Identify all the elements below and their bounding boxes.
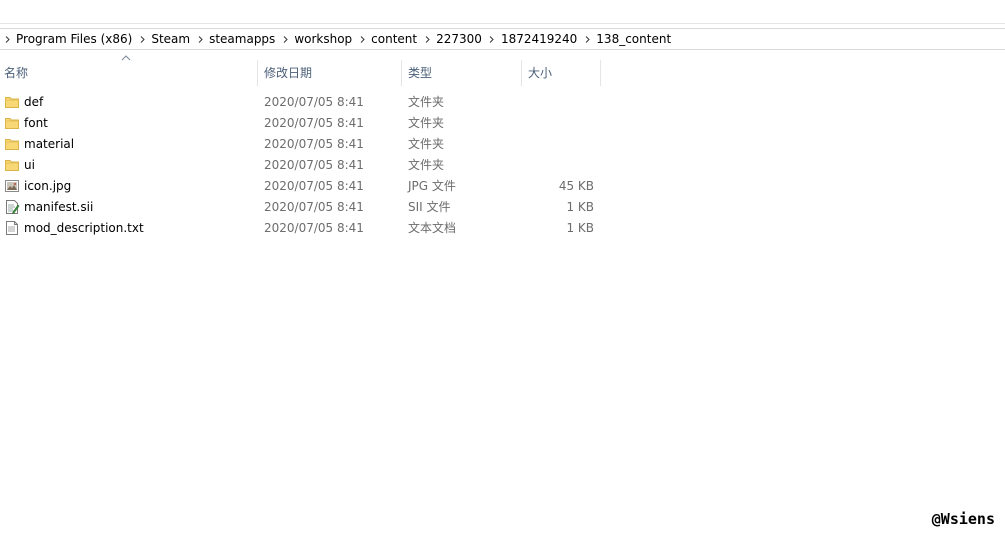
chevron-right-icon[interactable] bbox=[355, 29, 369, 49]
file-row[interactable]: material 2020/07/05 8:41 文件夹 bbox=[0, 134, 1005, 155]
file-name: mod_description.txt bbox=[24, 221, 144, 235]
chevron-right-icon[interactable] bbox=[278, 29, 292, 49]
file-date: 2020/07/05 8:41 bbox=[264, 179, 364, 193]
file-date: 2020/07/05 8:41 bbox=[264, 95, 364, 109]
breadcrumb-label[interactable]: Steam bbox=[149, 32, 193, 46]
folder-icon bbox=[4, 136, 20, 152]
ribbon-edge bbox=[0, 0, 1005, 24]
column-header-row: 名称 修改日期 类型 大小 bbox=[0, 60, 1005, 86]
breadcrumb-item[interactable]: content bbox=[355, 29, 420, 49]
sort-ascending-icon bbox=[121, 55, 131, 61]
column-divider[interactable] bbox=[257, 60, 258, 86]
column-divider[interactable] bbox=[401, 60, 402, 86]
breadcrumb-label[interactable]: 227300 bbox=[434, 32, 485, 46]
file-size: 45 KB bbox=[558, 179, 594, 193]
chevron-right-icon[interactable] bbox=[193, 29, 207, 49]
column-divider[interactable] bbox=[521, 60, 522, 86]
chevron-right-icon[interactable] bbox=[580, 29, 594, 49]
file-type: 文件夹 bbox=[408, 158, 445, 172]
file-name: ui bbox=[24, 158, 35, 172]
breadcrumb-label[interactable]: workshop bbox=[292, 32, 355, 46]
file-date: 2020/07/05 8:41 bbox=[264, 137, 364, 151]
breadcrumb-item[interactable]: workshop bbox=[278, 29, 355, 49]
file-row[interactable]: ui 2020/07/05 8:41 文件夹 bbox=[0, 155, 1005, 176]
chevron-right-icon[interactable] bbox=[0, 29, 14, 49]
file-name: def bbox=[24, 95, 44, 109]
file-row[interactable]: font 2020/07/05 8:41 文件夹 bbox=[0, 113, 1005, 134]
breadcrumb-label[interactable]: Program Files (x86) bbox=[14, 32, 135, 46]
breadcrumb-item[interactable]: 227300 bbox=[420, 29, 485, 49]
breadcrumb-label[interactable]: 138_content bbox=[594, 32, 674, 46]
breadcrumb-item[interactable]: 138_content bbox=[580, 29, 674, 49]
column-header-type[interactable]: 类型 bbox=[404, 60, 521, 86]
chevron-right-icon[interactable] bbox=[420, 29, 434, 49]
chevron-right-icon[interactable] bbox=[485, 29, 499, 49]
file-row[interactable]: icon.jpg 2020/07/05 8:41 JPG 文件 45 KB bbox=[0, 176, 1005, 197]
breadcrumb-item[interactable]: Program Files (x86) bbox=[0, 29, 135, 49]
breadcrumb-item[interactable]: 1872419240 bbox=[485, 29, 580, 49]
file-list: def 2020/07/05 8:41 文件夹 font 2020/07/05 8:41… bbox=[0, 92, 1005, 239]
column-header-date[interactable]: 修改日期 bbox=[260, 60, 401, 86]
column-header-name[interactable]: 名称 bbox=[0, 60, 257, 86]
file-type: JPG 文件 bbox=[408, 179, 456, 193]
column-header-size[interactable]: 大小 bbox=[524, 60, 600, 86]
file-name: icon.jpg bbox=[24, 179, 72, 193]
file-row[interactable]: mod_description.txt 2020/07/05 8:41 文本文档 1 … bbox=[0, 218, 1005, 239]
file-type: 文件夹 bbox=[408, 95, 445, 109]
chevron-right-icon[interactable] bbox=[135, 29, 149, 49]
file-row[interactable]: def 2020/07/05 8:41 文件夹 bbox=[0, 92, 1005, 113]
file-size: 1 KB bbox=[566, 221, 594, 235]
breadcrumb-label[interactable]: steamapps bbox=[207, 32, 278, 46]
file-type: 文件夹 bbox=[408, 116, 445, 130]
column-divider[interactable] bbox=[600, 60, 601, 86]
file-size: 1 KB bbox=[566, 200, 594, 214]
file-type: 文件夹 bbox=[408, 137, 445, 151]
watermark-text: @Wsiens bbox=[931, 510, 995, 528]
file-type: 文本文档 bbox=[408, 221, 457, 235]
file-name: manifest.sii bbox=[24, 200, 94, 214]
file-date: 2020/07/05 8:41 bbox=[264, 116, 364, 130]
address-bar[interactable]: Program Files (x86) Steam steamapps worksho… bbox=[0, 28, 1005, 50]
file-date: 2020/07/05 8:41 bbox=[264, 221, 364, 235]
file-name: material bbox=[24, 137, 75, 151]
breadcrumb-item[interactable]: steamapps bbox=[193, 29, 278, 49]
folder-icon bbox=[4, 157, 20, 173]
breadcrumb-label[interactable]: 1872419240 bbox=[499, 32, 580, 46]
file-date: 2020/07/05 8:41 bbox=[264, 158, 364, 172]
file-type: SII 文件 bbox=[408, 200, 451, 214]
folder-icon bbox=[4, 115, 20, 131]
image-file-icon bbox=[4, 178, 20, 194]
file-date: 2020/07/05 8:41 bbox=[264, 200, 364, 214]
breadcrumb-item[interactable]: Steam bbox=[135, 29, 193, 49]
file-row[interactable]: manifest.sii 2020/07/05 8:41 SII 文件 1 KB bbox=[0, 197, 1005, 218]
folder-icon bbox=[4, 94, 20, 110]
script-file-icon bbox=[4, 199, 20, 215]
file-name: font bbox=[24, 116, 48, 130]
text-file-icon bbox=[4, 220, 20, 236]
breadcrumb-label[interactable]: content bbox=[369, 32, 420, 46]
